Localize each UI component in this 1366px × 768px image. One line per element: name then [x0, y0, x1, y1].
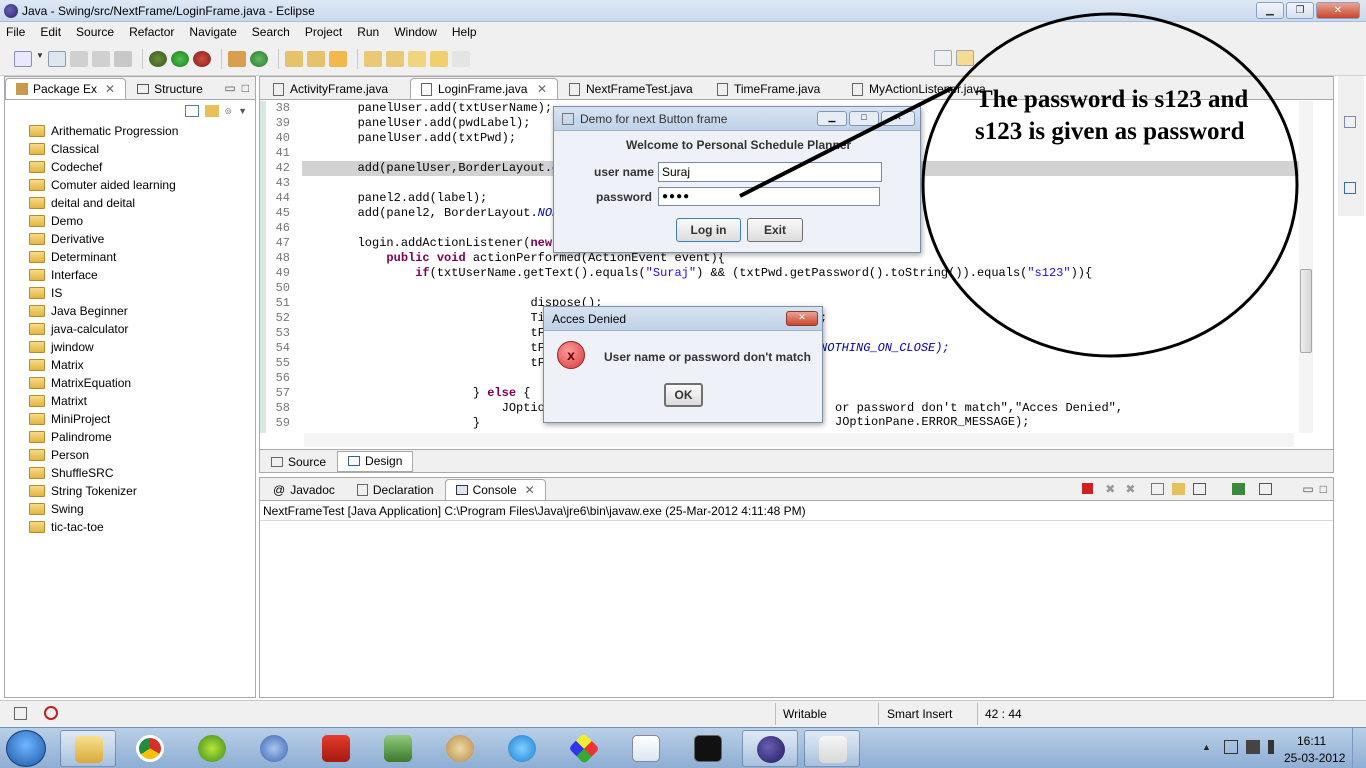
taskbar-geogebra[interactable]: [556, 730, 612, 767]
status-divider: [977, 703, 978, 725]
pdf-icon: [322, 735, 350, 762]
taskbar-paint[interactable]: [432, 730, 488, 767]
taskbar-notepad[interactable]: [618, 730, 674, 767]
status-divider: [878, 703, 879, 725]
status-bar: Writable Smart Insert 42 : 44: [0, 700, 1366, 727]
power-icon[interactable]: [1246, 740, 1260, 754]
network-icon[interactable]: [1224, 740, 1238, 754]
taskbar-explorer[interactable]: [60, 730, 116, 767]
winamp-icon: [198, 735, 226, 762]
taskbar-firefox[interactable]: [246, 730, 302, 767]
status-divider: [775, 703, 776, 725]
taskbar: ▲ 16:11 25-03-2012: [0, 727, 1366, 768]
java-cup-icon: [819, 736, 847, 763]
annotation-text-line1: The password is s123 and: [976, 86, 1249, 113]
palette-icon: [446, 735, 474, 762]
folder-icon: [75, 736, 103, 763]
taskbar-java[interactable]: [804, 730, 860, 767]
taskbar-winamp[interactable]: [184, 730, 240, 767]
status-cursor-position: 42 : 44: [985, 707, 1022, 721]
clock-time[interactable]: 16:11: [1297, 734, 1326, 748]
taskbar-ie[interactable]: [494, 730, 550, 767]
status-insert-mode: Smart Insert: [887, 707, 953, 721]
diamond-icon: [568, 732, 600, 765]
annotation-arrow: [739, 86, 953, 198]
volume-icon[interactable]: [1268, 740, 1282, 754]
notepad-icon: [632, 735, 660, 762]
taskbar-acrobat[interactable]: [308, 730, 364, 767]
clock-date[interactable]: 25-03-2012: [1284, 751, 1345, 765]
taskbar-cmd[interactable]: [680, 730, 736, 767]
chrome-icon: [136, 735, 164, 762]
error-log-icon[interactable]: [44, 706, 58, 720]
taskbar-chrome[interactable]: [122, 730, 178, 767]
show-hidden-icons[interactable]: ▲: [1202, 742, 1211, 752]
terminal-icon: [694, 735, 722, 762]
annotation-overlay: [739, 12, 1299, 358]
annotation-text-line2: s123 is given as password: [975, 118, 1245, 145]
start-button[interactable]: [6, 730, 46, 767]
media-icon: [384, 735, 412, 762]
fast-view-icon[interactable]: [14, 707, 27, 720]
show-desktop-button[interactable]: [1352, 728, 1366, 768]
eclipse-icon: [757, 736, 785, 763]
taskbar-eclipse[interactable]: [742, 730, 798, 767]
annotation-circle: [921, 12, 1299, 358]
ie-icon: [508, 735, 536, 762]
status-writable: Writable: [783, 707, 827, 721]
taskbar-media[interactable]: [370, 730, 426, 767]
swirl-icon: [260, 735, 288, 762]
